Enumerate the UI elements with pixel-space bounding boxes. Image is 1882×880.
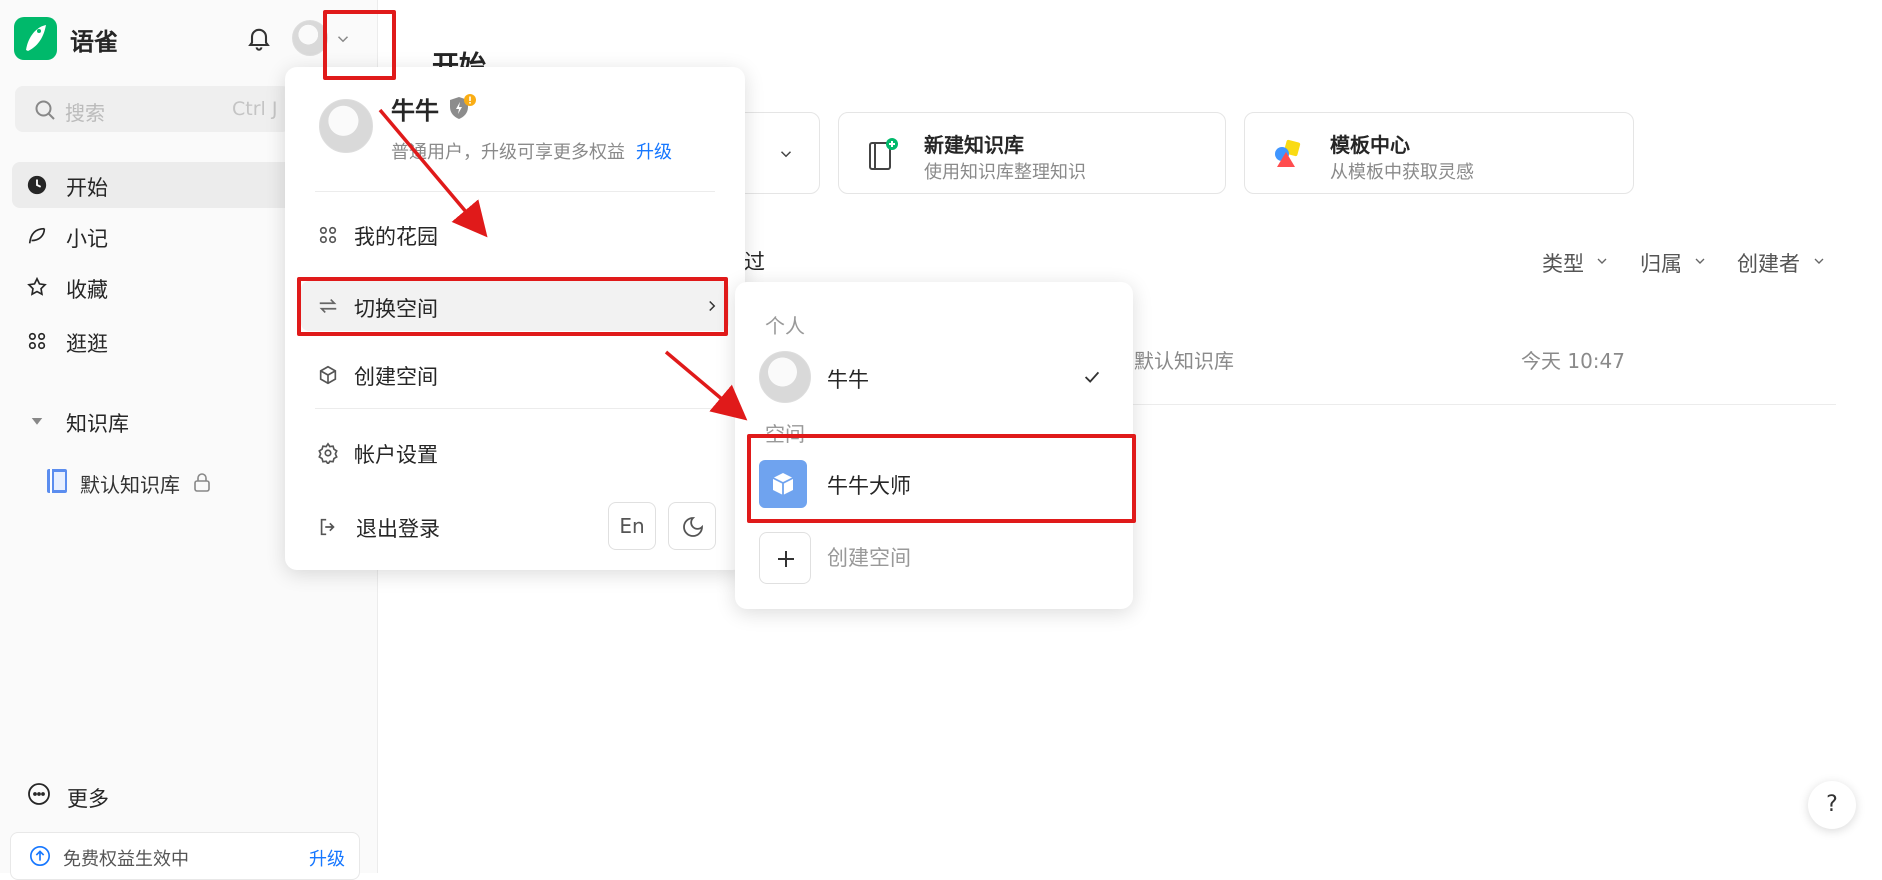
annotation-arrows bbox=[378, 108, 748, 421]
annotation-arrow-2 bbox=[664, 350, 748, 421]
annotation-arrow-1 bbox=[378, 108, 488, 238]
